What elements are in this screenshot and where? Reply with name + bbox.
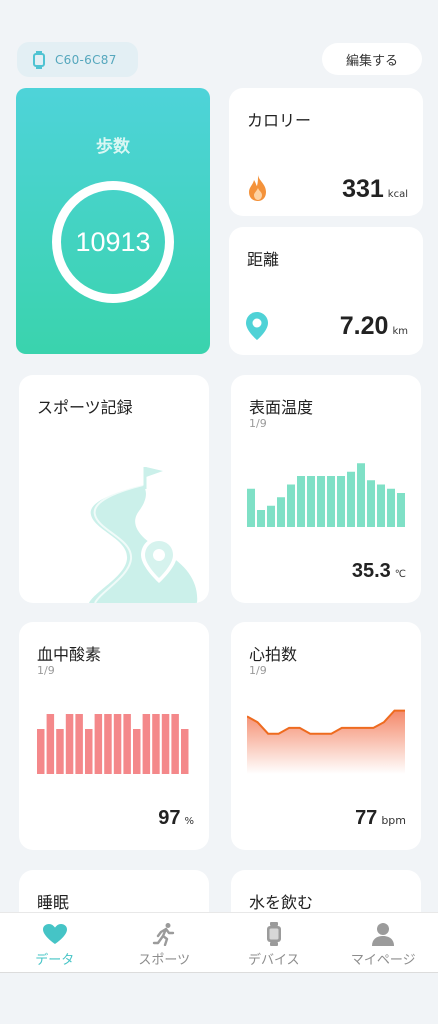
bottom-tab-bar: データ スポーツ デバイス マイページ <box>0 912 438 973</box>
blood-oxygen-page: 1/9 <box>37 664 55 677</box>
surface-temp-bar <box>317 476 325 527</box>
heart-rate-area-chart <box>247 709 405 774</box>
person-icon <box>369 922 397 946</box>
surface-temp-value: 35.3 <box>351 560 391 582</box>
surface-temp-page: 1/9 <box>249 417 267 430</box>
surface-temp-bar <box>337 476 345 527</box>
heart-rate-value-row: 77 bpm <box>355 807 406 830</box>
blood-oxygen-value: 97 <box>158 807 181 829</box>
watch-icon <box>260 922 288 946</box>
blood-oxygen-bar <box>65 714 74 774</box>
blood-oxygen-bar <box>181 729 189 774</box>
surface-temp-unit: ℃ <box>394 569 406 580</box>
heart-rate-title: 心拍数 <box>249 645 298 664</box>
heart-rate-page: 1/9 <box>249 664 267 677</box>
sleep-title: 睡眠 <box>37 893 70 912</box>
sports-record-title: スポーツ記録 <box>37 398 133 417</box>
distance-value-row: 7.20 km <box>340 312 408 341</box>
calorie-card[interactable]: カロリー 331 kcal <box>229 88 423 216</box>
surface-temp-bar <box>307 476 315 527</box>
surface-temp-bar <box>267 505 275 527</box>
tab-mypage-label: マイページ <box>350 953 416 968</box>
distance-title: 距離 <box>247 250 280 269</box>
blood-oxygen-unit: % <box>184 816 194 827</box>
calorie-title: カロリー <box>247 111 312 130</box>
flame-icon <box>249 175 266 201</box>
blood-oxygen-bar <box>123 714 131 774</box>
surface-temp-bar <box>297 476 305 527</box>
device-name: C60-6C87 <box>55 52 117 67</box>
blood-oxygen-bar <box>133 729 141 774</box>
blood-oxygen-bar <box>85 729 93 774</box>
watch-icon <box>33 50 45 69</box>
distance-value: 7.20 <box>339 312 389 340</box>
winding-road-illustration <box>89 467 198 603</box>
steps-title: 歩数 <box>96 137 130 157</box>
water-title: 水を飲む <box>249 893 314 912</box>
blood-oxygen-bar <box>142 714 151 774</box>
tab-sports-label: スポーツ <box>138 953 191 968</box>
surface-temp-bar <box>357 463 365 527</box>
blood-oxygen-bar <box>46 714 55 774</box>
blood-oxygen-bar <box>152 714 160 774</box>
heart-rate-value: 77 <box>355 807 378 829</box>
tab-data-label: データ <box>35 953 75 968</box>
steps-card[interactable]: 歩数 10913 <box>16 88 210 354</box>
heart-rate-area <box>247 710 405 774</box>
steps-ring: 10913 <box>52 181 174 303</box>
heart-rate-card[interactable]: 心拍数 1/9 77 bpm <box>231 622 421 850</box>
surface-temp-bar <box>377 484 385 527</box>
blood-oxygen-bar <box>37 729 45 774</box>
surface-temp-value-row: 35.3 ℃ <box>352 560 406 583</box>
surface-temp-bar <box>327 476 335 527</box>
blood-oxygen-card[interactable]: 血中酸素 1/9 97 % <box>19 622 209 850</box>
blood-oxygen-bar <box>75 714 83 774</box>
blood-oxygen-value-row: 97 % <box>158 807 194 830</box>
blood-oxygen-bar <box>56 729 64 774</box>
tab-data[interactable]: データ <box>0 913 110 972</box>
tab-sports[interactable]: スポーツ <box>110 913 220 972</box>
distance-card[interactable]: 距離 7.20 km <box>229 227 423 355</box>
blood-oxygen-bar <box>161 714 170 774</box>
blood-oxygen-bar <box>94 714 103 774</box>
surface-temp-bar <box>367 480 375 527</box>
surface-temp-bar <box>287 484 295 527</box>
calorie-unit: kcal <box>387 189 408 200</box>
distance-unit: km <box>392 326 408 337</box>
blood-oxygen-bar <box>104 714 112 774</box>
edit-button[interactable]: 編集する <box>322 43 422 75</box>
blood-oxygen-title: 血中酸素 <box>37 645 102 664</box>
tab-mypage[interactable]: マイページ <box>329 913 438 972</box>
blood-oxygen-bar <box>113 714 122 774</box>
surface-temp-bar <box>347 471 355 527</box>
surface-temp-bar <box>257 510 265 527</box>
blood-oxygen-bar <box>171 714 179 774</box>
heart-icon <box>41 922 69 946</box>
surface-temp-card[interactable]: 表面温度 1/9 35.3 ℃ <box>231 375 421 603</box>
surface-temp-bar-chart <box>247 463 405 527</box>
device-selector[interactable]: C60-6C87 <box>17 42 138 77</box>
heart-rate-unit: bpm <box>381 814 406 827</box>
surface-temp-title: 表面温度 <box>249 398 314 417</box>
running-icon <box>150 922 178 946</box>
location-pin-icon <box>246 312 268 340</box>
surface-temp-bar <box>397 493 405 527</box>
sports-record-card[interactable]: スポーツ記録 <box>19 375 209 603</box>
tab-device-label: デバイス <box>247 953 300 968</box>
surface-temp-bar <box>247 488 255 527</box>
surface-temp-bar <box>277 497 285 527</box>
steps-value: 10913 <box>75 226 151 257</box>
calorie-value: 331 <box>342 175 384 203</box>
blood-oxygen-bar-chart <box>37 714 189 774</box>
tab-device[interactable]: デバイス <box>219 913 329 972</box>
calorie-value-row: 331 kcal <box>342 175 408 204</box>
surface-temp-bar <box>387 488 395 527</box>
